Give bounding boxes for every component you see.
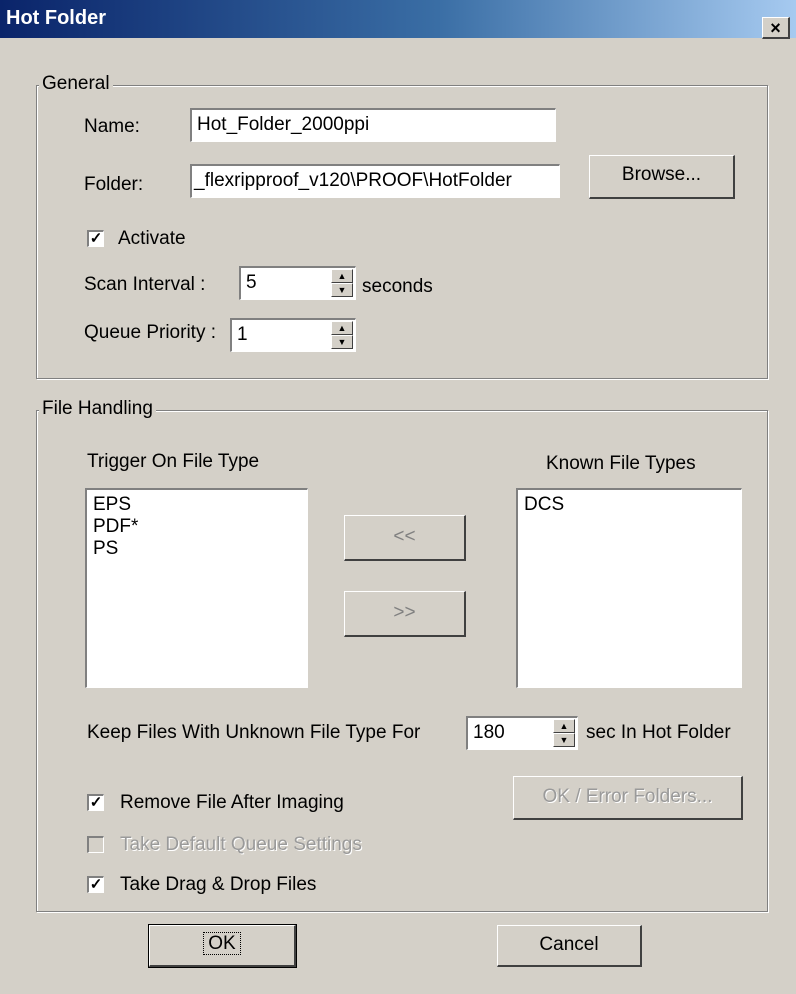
take-default-label: Take Default Queue Settings	[120, 834, 362, 855]
window-title: Hot Folder	[6, 7, 106, 29]
known-file-types-list[interactable]: DCS	[516, 488, 742, 688]
remove-file-checkbox[interactable]: ✓	[87, 794, 104, 811]
file-handling-group-label: File Handling	[39, 398, 156, 420]
check-icon: ✓	[89, 876, 103, 893]
remove-file-label: Remove File After Imaging	[120, 792, 344, 813]
queue-priority-spinner[interactable]: ▲ ▼	[331, 321, 353, 349]
take-drag-drop-label: Take Drag & Drop Files	[120, 874, 317, 895]
keep-files-spinner[interactable]: ▲ ▼	[553, 719, 575, 747]
scan-interval-unit: seconds	[362, 276, 433, 297]
browse-button[interactable]: Browse...	[589, 155, 735, 199]
folder-input[interactable]: _flexripproof_v120\PROOF\HotFolder	[190, 164, 560, 198]
scan-interval-spinner[interactable]: ▲ ▼	[331, 269, 353, 297]
spin-up-icon[interactable]: ▲	[331, 321, 353, 335]
list-item[interactable]: PDF*	[93, 516, 301, 538]
take-default-checkbox[interactable]	[87, 836, 104, 853]
keep-files-unit: sec In Hot Folder	[586, 722, 731, 743]
queue-priority-label: Queue Priority :	[84, 322, 216, 343]
keep-files-label: Keep Files With Unknown File Type For	[87, 722, 421, 743]
folder-label: Folder:	[84, 174, 144, 195]
name-label: Name:	[84, 116, 140, 137]
check-icon: ✓	[89, 794, 103, 811]
ok-button-label: OK	[203, 932, 241, 955]
take-drag-drop-checkbox[interactable]: ✓	[87, 876, 104, 893]
list-item[interactable]: EPS	[93, 494, 301, 516]
title-bar: Hot Folder	[0, 0, 796, 38]
close-icon: ×	[770, 18, 781, 38]
trigger-file-type-header: Trigger On File Type	[87, 451, 260, 472]
list-item[interactable]: DCS	[524, 494, 735, 516]
ok-error-folders-button[interactable]: OK / Error Folders...	[513, 776, 743, 820]
hot-folder-dialog: Hot Folder × General Name: Hot_Folder_20…	[0, 0, 796, 994]
list-item[interactable]: PS	[93, 538, 301, 560]
spin-down-icon[interactable]: ▼	[331, 335, 353, 349]
general-group-label: General	[39, 73, 113, 95]
name-input[interactable]: Hot_Folder_2000ppi	[190, 108, 556, 142]
activate-label: Activate	[118, 228, 186, 249]
cancel-button[interactable]: Cancel	[497, 925, 642, 967]
close-button[interactable]: ×	[762, 17, 790, 39]
move-left-button[interactable]: <<	[344, 515, 466, 561]
trigger-file-type-list[interactable]: EPS PDF* PS	[85, 488, 308, 688]
known-file-types-header: Known File Types	[546, 453, 696, 474]
spin-down-icon[interactable]: ▼	[331, 283, 353, 297]
activate-checkbox[interactable]: ✓	[87, 230, 104, 247]
scan-interval-label: Scan Interval :	[84, 274, 206, 295]
spin-up-icon[interactable]: ▲	[553, 719, 575, 733]
check-icon: ✓	[89, 230, 103, 247]
ok-button[interactable]: OK	[148, 924, 297, 968]
spin-up-icon[interactable]: ▲	[331, 269, 353, 283]
move-right-button[interactable]: >>	[344, 591, 466, 637]
spin-down-icon[interactable]: ▼	[553, 733, 575, 747]
